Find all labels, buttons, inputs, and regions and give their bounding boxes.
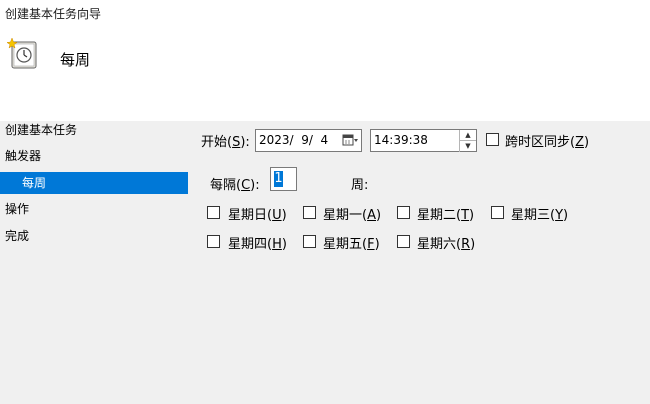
nav-item-weekly[interactable]: 每周 xyxy=(0,172,188,194)
wednesday-label[interactable]: 星期三(Y) xyxy=(511,204,568,223)
wednesday-checkbox[interactable] xyxy=(491,206,504,219)
saturday-checkbox[interactable] xyxy=(397,235,410,248)
start-date-picker[interactable]: 2023/ 9/ 4 xyxy=(255,129,362,152)
spin-down-icon[interactable]: ▼ xyxy=(460,141,476,151)
nav-item-trigger[interactable]: 触发器 xyxy=(5,145,41,167)
nav-item-action[interactable]: 操作 xyxy=(5,198,29,220)
thursday-checkbox[interactable] xyxy=(207,235,220,248)
friday-label[interactable]: 星期五(F) xyxy=(323,233,380,252)
nav-item-finish[interactable]: 完成 xyxy=(5,225,29,247)
nav-item-label: 完成 xyxy=(5,229,30,243)
nav-item-label: 操作 xyxy=(5,202,30,216)
recur-weeks-value: 1 xyxy=(274,171,283,187)
tuesday-checkbox[interactable] xyxy=(397,206,410,219)
start-time-field[interactable]: 14:39:38 ▲ ▼ xyxy=(370,129,477,152)
nav-item-create-basic-task[interactable]: 创建基本任务 xyxy=(5,119,77,141)
sync-timezones-label[interactable]: 跨时区同步(Z) xyxy=(505,131,589,150)
thursday-label[interactable]: 星期四(H) xyxy=(228,233,287,252)
monday-label[interactable]: 星期一(A) xyxy=(323,204,381,223)
sync-timezones-checkbox[interactable] xyxy=(486,133,499,146)
window-title: 创建基本任务向导 xyxy=(5,7,102,21)
weeks-label: 周: xyxy=(351,178,369,193)
friday-checkbox[interactable] xyxy=(303,235,316,248)
task-wizard-icon xyxy=(6,37,37,69)
content-panel xyxy=(0,121,650,404)
saturday-label[interactable]: 星期六(R) xyxy=(417,233,475,252)
header-title: 每周 xyxy=(60,51,91,69)
time-spinner[interactable]: ▲ ▼ xyxy=(459,130,476,152)
nav-item-label: 创建基本任务 xyxy=(5,123,78,137)
tuesday-label[interactable]: 星期二(T) xyxy=(417,204,474,223)
sunday-label[interactable]: 星期日(U) xyxy=(228,204,287,223)
monday-checkbox[interactable] xyxy=(303,206,316,219)
nav-item-label: 每周 xyxy=(22,176,47,190)
start-date-value: 2023/ 9/ 4 xyxy=(259,133,329,147)
recur-label: 每隔(C): xyxy=(210,178,260,193)
sunday-checkbox[interactable] xyxy=(207,206,220,219)
recur-weeks-input[interactable]: 1 xyxy=(270,167,297,191)
start-time-value: 14:39:38 xyxy=(374,133,428,147)
start-label: 开始(S): xyxy=(201,135,250,150)
calendar-icon[interactable] xyxy=(342,133,358,147)
nav-item-label: 触发器 xyxy=(5,149,42,163)
